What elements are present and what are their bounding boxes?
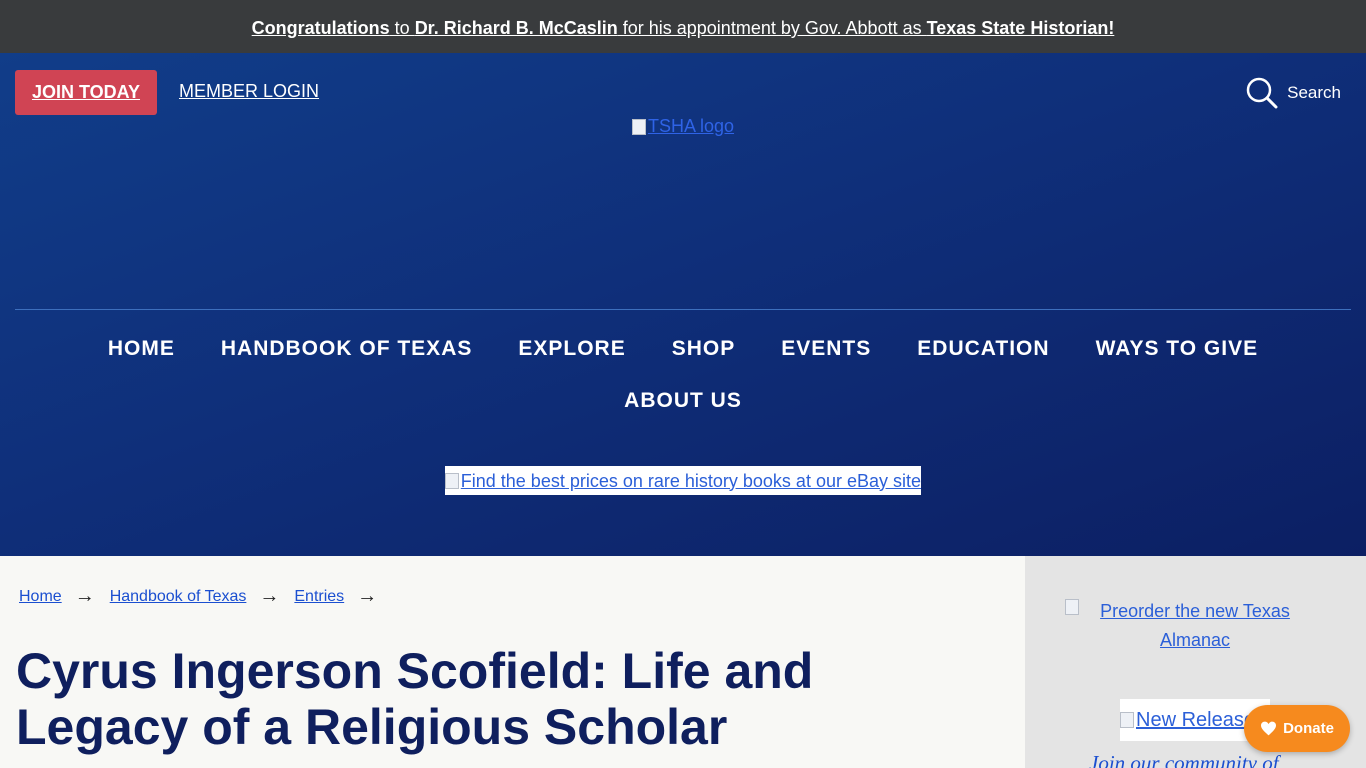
breadcrumb-entries[interactable]: Entries [294, 588, 344, 606]
logo-alt-text: TSHA logo [648, 116, 735, 136]
nav-events[interactable]: EVENTS [781, 331, 871, 383]
nav-row-2: ABOUT US [0, 383, 1366, 435]
announcement-link[interactable]: Congratulations to Dr. Richard B. McCasl… [252, 18, 1115, 38]
heart-icon [1261, 721, 1277, 736]
announcement-bar: Congratulations to Dr. Richard B. McCasl… [0, 0, 1366, 53]
ebay-banner[interactable]: Find the best prices on rare history boo… [445, 466, 921, 495]
ebay-banner-text: Find the best prices on rare history boo… [460, 470, 921, 491]
search-button[interactable]: Search [1245, 76, 1341, 110]
donate-button[interactable]: Donate [1244, 705, 1350, 752]
arrow-right-icon: → [74, 585, 95, 607]
nav-ways-to-give[interactable]: WAYS TO GIVE [1096, 331, 1259, 383]
announcement-title: Texas State Historian! [926, 18, 1115, 38]
breadcrumb: Home → Handbook of Texas → Entries → [19, 585, 392, 608]
donate-label: Donate [1283, 720, 1334, 737]
nav-row-1: HOME HANDBOOK OF TEXAS EXPLORE SHOP EVEN… [0, 331, 1366, 383]
announcement-name: Dr. Richard B. McCaslin [414, 18, 618, 38]
broken-image-icon [445, 472, 459, 489]
new-release-text: New Release [1136, 709, 1255, 731]
arrow-right-icon: → [259, 585, 280, 607]
preorder-text: Preorder the new Texas Almanac [1100, 601, 1290, 650]
arrow-right-icon: → [357, 585, 378, 607]
page-title: Cyrus Ingerson Scofield: Life and Legacy… [16, 643, 814, 755]
nav-explore[interactable]: EXPLORE [518, 331, 625, 383]
join-community-text[interactable]: Join our community of [1089, 751, 1279, 768]
broken-image-icon [1065, 599, 1079, 615]
search-icon [1246, 77, 1278, 109]
nav-about-us[interactable]: ABOUT US [624, 383, 742, 435]
announcement-congrats: Congratulations [251, 18, 390, 38]
breadcrumb-handbook[interactable]: Handbook of Texas [110, 588, 247, 606]
site-header: JOIN TODAY MEMBER LOGIN Search TSHA logo… [0, 53, 1366, 556]
announcement-text-mid: for his appointment by Gov. Abbott as [617, 18, 927, 38]
broken-image-icon [1120, 712, 1134, 728]
search-label: Search [1287, 83, 1341, 102]
member-login-link[interactable]: MEMBER LOGIN [179, 81, 319, 102]
header-divider [15, 309, 1351, 310]
breadcrumb-home[interactable]: Home [19, 588, 62, 606]
nav-shop[interactable]: SHOP [672, 331, 736, 383]
nav-home[interactable]: HOME [108, 331, 175, 383]
nav-education[interactable]: EDUCATION [917, 331, 1049, 383]
tsha-logo[interactable]: TSHA logo [632, 116, 734, 137]
preorder-almanac-link[interactable]: Preorder the new Texas Almanac [1065, 597, 1325, 655]
broken-image-icon [632, 118, 646, 135]
announcement-text-to: to [389, 18, 415, 38]
main-nav: HOME HANDBOOK OF TEXAS EXPLORE SHOP EVEN… [0, 331, 1366, 435]
nav-handbook-of-texas[interactable]: HANDBOOK OF TEXAS [221, 331, 473, 383]
join-today-button[interactable]: JOIN TODAY [15, 70, 157, 115]
